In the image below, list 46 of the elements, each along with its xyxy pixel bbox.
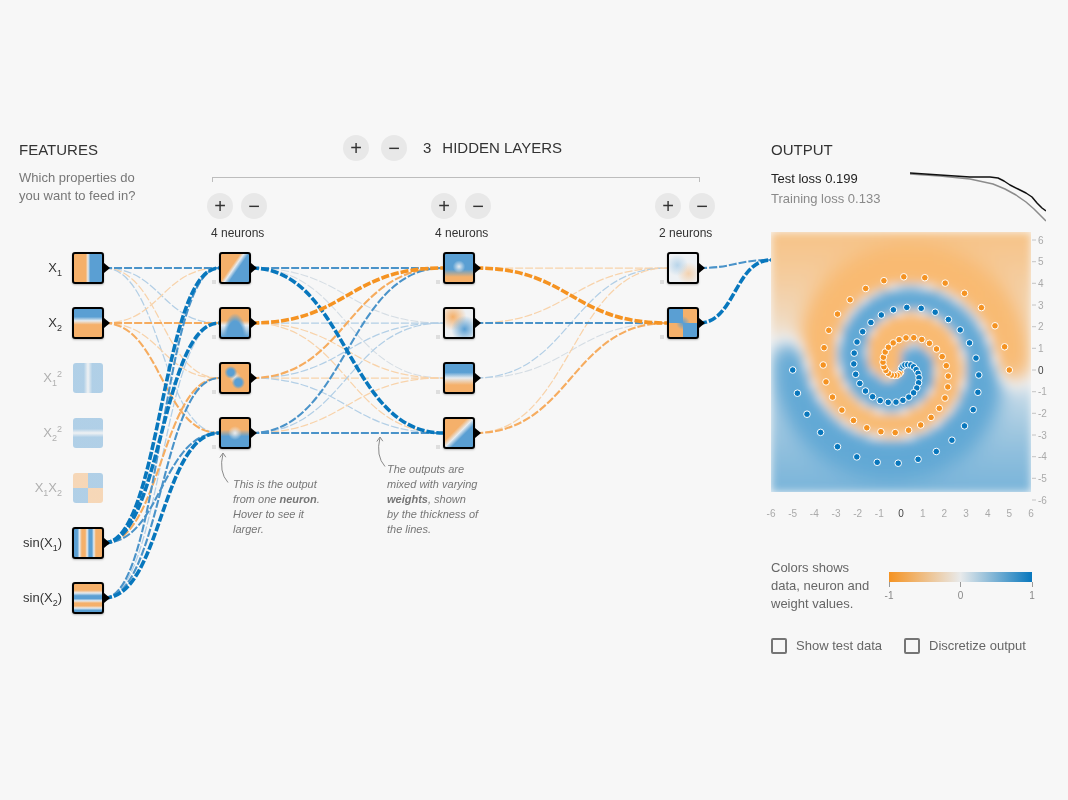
training-loss: Training loss 0.133 bbox=[771, 190, 882, 208]
axis-tick-label: 4 bbox=[984, 508, 991, 519]
axis-tick-label: 3 bbox=[1038, 299, 1044, 311]
axis-tick-label: 6 bbox=[1038, 234, 1044, 246]
neuron-count: 4 neurons bbox=[435, 225, 490, 241]
scale-tick-label: 0 bbox=[957, 590, 964, 602]
axis-tick-label: -3 bbox=[1038, 429, 1047, 441]
axis-tick-label: -5 bbox=[1038, 472, 1047, 484]
checkbox-label: Show test data bbox=[796, 637, 882, 655]
axis-tick-label: 6 bbox=[1028, 508, 1034, 519]
axis-tick-label: 0 bbox=[1038, 364, 1044, 376]
axis-tick-label: -2 bbox=[1038, 407, 1047, 419]
feature-label: sin(X$_{2}$) bbox=[23, 590, 62, 606]
axis-tick-label: 3 bbox=[963, 508, 969, 519]
feature-label: sin(X$_{1}$) bbox=[23, 535, 62, 551]
section-title: FEATURES bbox=[19, 140, 99, 160]
axis-tick-label: 1 bbox=[1038, 342, 1044, 354]
axis-tick-label: 2 bbox=[1038, 321, 1044, 333]
axis-tick-label: -6 bbox=[1038, 494, 1047, 506]
axis-tick-label: 0 bbox=[898, 508, 904, 519]
test-loss: Test loss 0.199 bbox=[771, 170, 859, 188]
feature-label: X$_{2}$ bbox=[48, 315, 62, 331]
section-description: Which properties do you want to feed in? bbox=[19, 169, 137, 205]
section-title: HIDDEN LAYERS bbox=[442, 138, 563, 158]
checkbox-label: Discretize output bbox=[929, 637, 1026, 655]
neuron-count: 4 neurons bbox=[211, 225, 266, 241]
axis-tick-label: -3 bbox=[831, 508, 841, 519]
axis-tick-label: 1 bbox=[919, 508, 926, 519]
axis-tick-label: -1 bbox=[1038, 386, 1047, 398]
axis-tick-label: -1 bbox=[874, 508, 884, 519]
axis-tick-label: 5 bbox=[1038, 256, 1044, 268]
axis-tick-label: 5 bbox=[1006, 508, 1013, 519]
section-title: OUTPUT bbox=[771, 140, 834, 160]
legend-text: Colors shows data, neuron and weight values. bbox=[771, 559, 871, 613]
scale-tick-label: 1 bbox=[1029, 590, 1035, 602]
axis-tick-label: -5 bbox=[788, 508, 798, 519]
axis-tick-label: 2 bbox=[941, 508, 948, 519]
layer-count: 3 bbox=[423, 138, 432, 158]
axis-tick-label: 4 bbox=[1038, 277, 1044, 289]
axis-tick-label: -2 bbox=[853, 508, 863, 519]
axis-tick-label: -4 bbox=[1038, 451, 1047, 463]
feature-label: X$_{1}$X$_{2}$ bbox=[34, 480, 62, 496]
feature-label: X$_{1}$ bbox=[48, 260, 62, 276]
axis-tick-label: -4 bbox=[809, 508, 819, 519]
neuron-count: 2 neurons bbox=[659, 225, 714, 241]
scale-tick-label: -1 bbox=[884, 590, 894, 602]
